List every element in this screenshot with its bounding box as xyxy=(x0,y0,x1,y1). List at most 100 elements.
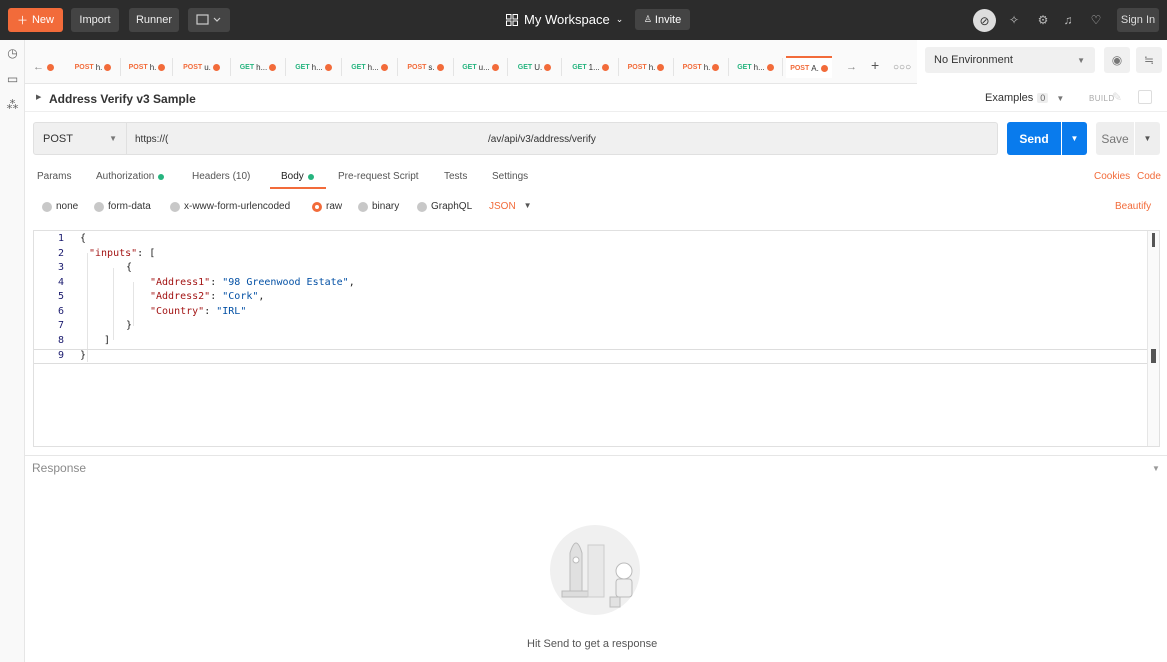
request-tab[interactable]: GET h... xyxy=(234,56,282,78)
request-name[interactable]: Address Verify v3 Sample xyxy=(49,92,196,106)
environment-select[interactable]: No Environment ▼ xyxy=(925,47,1095,73)
request-tab[interactable]: GET h... xyxy=(732,56,779,78)
tab-separator xyxy=(673,58,674,76)
rocket-astronaut-illustration xyxy=(550,525,640,615)
request-tab[interactable]: POST u. xyxy=(176,56,227,78)
tab-authorization[interactable]: Authorization xyxy=(96,171,165,182)
save-options-caret-icon[interactable]: ▼ xyxy=(1135,122,1160,155)
radio-graphql[interactable]: GraphQL xyxy=(417,201,472,212)
tab-title: h. xyxy=(95,62,103,72)
docs-icon[interactable] xyxy=(1138,90,1152,104)
edit-pencil-icon[interactable]: ✎ xyxy=(1112,90,1122,104)
invite-button[interactable]: ♙ Invite xyxy=(635,9,690,30)
examples-dropdown[interactable]: Examples 0 ▼ xyxy=(985,92,1064,104)
radio-raw[interactable]: raw xyxy=(312,201,342,212)
caret-down-icon: ▼ xyxy=(523,201,532,210)
more-tabs-icon[interactable]: ○○○ xyxy=(893,56,911,78)
tab-method: POST xyxy=(128,63,148,71)
tab-separator xyxy=(453,58,454,76)
add-tab-icon[interactable]: + xyxy=(871,54,879,76)
tab-method: GET xyxy=(351,63,366,71)
active-tab-indicator xyxy=(270,187,326,189)
tab-title: 1... xyxy=(588,62,600,72)
tab-prerequest-script[interactable]: Pre-request Script xyxy=(338,171,419,182)
request-tab[interactable]: GET u... xyxy=(457,56,504,78)
unsaved-dot xyxy=(657,63,665,71)
beautify-link[interactable]: Beautify xyxy=(1115,201,1151,212)
unsaved-dot xyxy=(104,63,112,71)
runner-button[interactable]: Runner xyxy=(129,8,179,32)
tab-settings[interactable]: Settings xyxy=(492,171,528,182)
tab-tests[interactable]: Tests xyxy=(444,171,467,182)
url-input[interactable]: https://( /av/api/v3/address/verify xyxy=(127,122,998,155)
request-tab[interactable]: POST h. xyxy=(677,56,725,78)
request-tabs-bar: ← POST h. POST h. POST u. GET h... GET h... GET h..… xyxy=(25,40,917,84)
new-button[interactable]: ＋ New xyxy=(8,8,63,32)
unsaved-dot xyxy=(766,63,774,71)
request-tab[interactable]: GET U. xyxy=(511,56,558,78)
send-button[interactable]: Send xyxy=(1007,122,1061,155)
eye-icon[interactable]: ◉ xyxy=(1104,47,1130,73)
tab-separator xyxy=(397,58,398,76)
workspace-switcher[interactable]: My Workspace ⌄ xyxy=(506,12,623,27)
tab-title: h... xyxy=(311,62,323,72)
new-window-button[interactable] xyxy=(188,8,230,32)
apis-icon[interactable]: ⁂ xyxy=(5,97,20,112)
request-tab[interactable]: POST h. xyxy=(622,56,670,78)
editor-scrollbar[interactable] xyxy=(1147,231,1159,446)
response-divider[interactable] xyxy=(25,455,1167,456)
tab-title: h. xyxy=(149,62,157,72)
expand-triangle-icon[interactable]: ▶ xyxy=(36,93,41,101)
tab-method: POST xyxy=(407,63,427,71)
sync-off-icon[interactable]: ⊘ xyxy=(973,9,996,32)
heart-icon[interactable]: ♡ xyxy=(1087,11,1105,29)
caret-down-icon: ▼ xyxy=(109,134,117,143)
body-editor[interactable]: 1 { 2 "inputs": [ 3 { 4 "Address1": "98 … xyxy=(33,230,1160,447)
code-line: 6 "Country": "IRL" xyxy=(57,305,247,317)
tab-separator xyxy=(728,58,729,76)
radio-binary[interactable]: binary xyxy=(358,201,399,212)
radio-urlencoded[interactable]: x-www-form-urlencoded xyxy=(170,201,290,212)
unsaved-dot xyxy=(601,63,609,71)
radio-form-data[interactable]: form-data xyxy=(94,201,151,212)
tabs-forward-icon[interactable]: → xyxy=(846,56,857,78)
tab-title: h. xyxy=(703,62,711,72)
request-tab[interactable]: POST A. xyxy=(786,56,832,78)
request-tab[interactable]: POST s. xyxy=(401,56,450,78)
grid-icon xyxy=(506,13,518,26)
tab-title: u. xyxy=(204,62,211,72)
tab-params[interactable]: Params xyxy=(37,171,71,182)
request-tab[interactable]: GET h... xyxy=(289,56,338,78)
tab-body[interactable]: Body xyxy=(281,171,314,182)
gear-icon[interactable]: ⚙ xyxy=(1034,11,1052,29)
tab-method: POST xyxy=(627,63,647,71)
settings-sliders-icon[interactable]: ≒ xyxy=(1136,47,1162,73)
import-button[interactable]: Import xyxy=(71,8,119,32)
status-dot xyxy=(158,173,165,180)
method-select[interactable]: POST ▼ xyxy=(33,122,127,155)
tab-title: h. xyxy=(648,62,656,72)
tab-overflow-dot[interactable] xyxy=(47,56,54,78)
history-icon[interactable]: ◷ xyxy=(5,45,20,60)
code-link[interactable]: Code xyxy=(1137,171,1161,182)
tabs-back-icon[interactable]: ← xyxy=(33,56,44,78)
request-tab[interactable]: POST h. xyxy=(125,56,169,78)
request-tab[interactable]: GET h... xyxy=(345,56,394,78)
request-tab[interactable]: POST h. xyxy=(69,56,117,78)
radio-none[interactable]: none xyxy=(42,201,78,212)
tab-method: GET xyxy=(239,63,255,71)
cookies-link[interactable]: Cookies xyxy=(1094,171,1130,182)
satellite-icon[interactable]: ✧ xyxy=(1005,11,1023,29)
tab-headers[interactable]: Headers (10) xyxy=(192,171,250,182)
tab-title: h... xyxy=(256,62,268,72)
build-mode-label[interactable]: BUILD xyxy=(1089,94,1115,103)
bell-icon[interactable]: ♫ xyxy=(1059,11,1077,29)
empty-response-hint: Hit Send to get a response xyxy=(527,638,658,650)
send-options-caret-icon[interactable]: ▼ xyxy=(1062,122,1087,155)
body-format-select[interactable]: JSON ▼ xyxy=(489,201,532,212)
collapse-response-icon[interactable]: ▼ xyxy=(1152,464,1160,473)
request-tab[interactable]: GET 1... xyxy=(566,56,615,78)
save-button[interactable]: Save xyxy=(1096,122,1134,155)
sign-in-button[interactable]: Sign In xyxy=(1117,8,1159,32)
collections-icon[interactable]: ▭ xyxy=(5,71,20,86)
